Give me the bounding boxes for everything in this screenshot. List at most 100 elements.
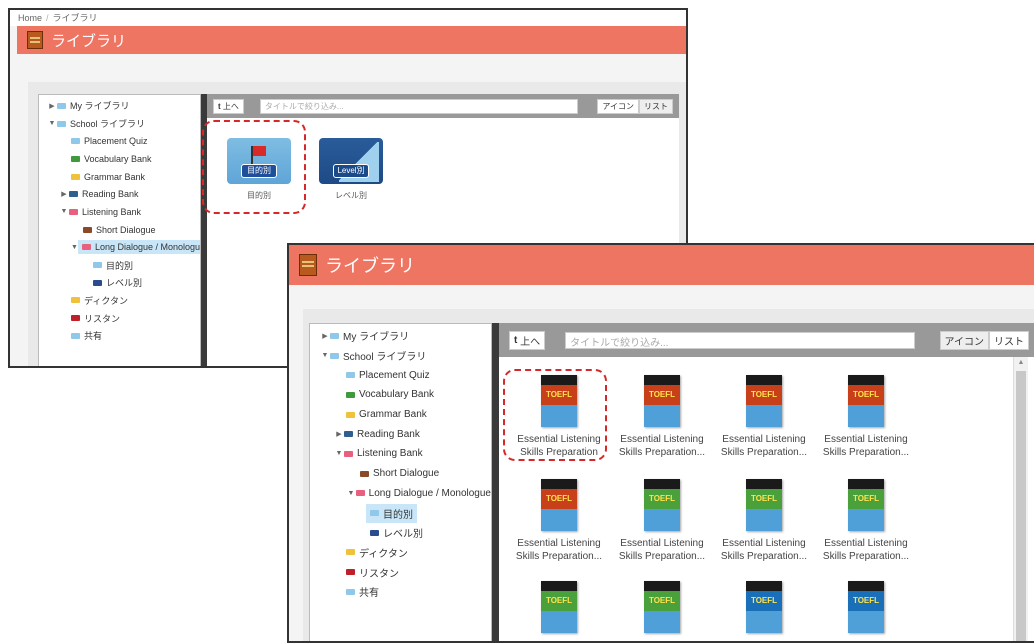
tree-item-listan[interactable]: リスタン: [320, 562, 491, 582]
expanded-arrow-icon[interactable]: ▼: [334, 450, 344, 457]
folder-icon: [346, 372, 355, 379]
book-cover: [848, 581, 884, 633]
tree-item-grammar-bank[interactable]: Grammar Bank: [320, 405, 491, 425]
tree-label: Vocabulary Bank: [359, 389, 435, 401]
tree-item-listening-bank[interactable]: ▼ Listening Bank: [47, 203, 200, 221]
folder-icon: [81, 244, 91, 251]
tree-item-reading-bank[interactable]: ▶ Reading Bank: [320, 424, 491, 444]
icon-view-button[interactable]: アイコン: [939, 330, 989, 350]
tree-label: Placement Quiz: [359, 369, 430, 381]
tree-splitter[interactable]: [492, 323, 499, 641]
up-label: 上へ: [222, 101, 239, 111]
content-scrollbar[interactable]: ▲: [1013, 357, 1028, 641]
folder-level[interactable]: Level別 レベル別: [319, 138, 383, 201]
tree-item-short-dialogue[interactable]: Short Dialogue: [320, 464, 491, 484]
tree-item-my-library[interactable]: ▶ My ライブラリ: [320, 326, 491, 346]
book-cover: [644, 375, 680, 427]
tree-label: Reading Bank: [82, 189, 139, 200]
folder-icon: [71, 155, 80, 162]
folder-icon: [370, 510, 379, 517]
tree-item-listan[interactable]: リスタン: [47, 309, 200, 327]
book-item[interactable]: Essential ListeningSkills Preparation...: [509, 479, 609, 563]
tree-item-dictation[interactable]: ディクタン: [320, 543, 491, 563]
expanded-arrow-icon[interactable]: ▼: [47, 120, 57, 127]
tree-selected-item[interactable]: Long Dialogue / Monologue: [77, 240, 200, 255]
tree-item-grammar-bank[interactable]: Grammar Bank: [47, 168, 200, 186]
folder-icon: [71, 332, 80, 339]
library-icon: [27, 31, 43, 49]
tree-label: Grammar Bank: [359, 409, 427, 421]
highlight-annotation: [503, 369, 607, 461]
collapsed-arrow-icon[interactable]: ▶: [320, 332, 330, 340]
tree-item-long-dialogue[interactable]: ▼ Long Dialogue / Monologue: [47, 239, 200, 257]
tree-item-dictation[interactable]: ディクタン: [47, 292, 200, 310]
page-title: ライブラリ: [325, 256, 415, 276]
list-view-button[interactable]: リスト: [639, 98, 673, 114]
book-item[interactable]: [612, 581, 712, 633]
search-input[interactable]: タイトルで絞り込み...: [259, 98, 578, 114]
up-arrow-icon: t: [218, 101, 221, 111]
tree-item-shared[interactable]: 共有: [47, 327, 200, 345]
tree-item-level[interactable]: レベル別: [47, 274, 200, 292]
search-input[interactable]: タイトルで絞り込み...: [565, 331, 916, 349]
folder-icon: [93, 262, 102, 269]
folder-icon: [57, 102, 66, 109]
collapsed-arrow-icon[interactable]: ▶: [334, 430, 344, 438]
expanded-arrow-icon[interactable]: ▼: [59, 208, 69, 215]
tree-item-purpose[interactable]: 目的別: [320, 503, 491, 523]
tree-selected-item[interactable]: 目的別: [366, 503, 417, 523]
tree-label: リスタン: [84, 313, 121, 324]
folder-icon: [346, 569, 355, 576]
expanded-arrow-icon[interactable]: ▼: [320, 352, 330, 359]
up-label: 上へ: [520, 336, 541, 348]
tree-item-shared[interactable]: 共有: [320, 582, 491, 602]
tree-item-listening-bank[interactable]: ▼ Listening Bank: [320, 444, 491, 464]
up-button[interactable]: t 上へ: [213, 98, 244, 114]
up-arrow-icon: t: [514, 334, 518, 346]
collapsed-arrow-icon[interactable]: ▶: [59, 190, 69, 198]
book-item[interactable]: Essential ListeningSkills Preparation...: [714, 375, 814, 459]
scroll-up-arrow-icon[interactable]: ▲: [1014, 357, 1028, 369]
tree-item-long-dialogue[interactable]: ▼ Long Dialogue / Monologue: [320, 484, 491, 504]
book-item[interactable]: [816, 581, 916, 633]
folder-icon: [71, 138, 80, 145]
tree-label: My ライブラリ: [343, 332, 410, 344]
up-button[interactable]: t 上へ: [509, 330, 546, 350]
library-window-books: ライブラリ ▶ My ライブラリ ▼ School ライブラリ Placement …: [287, 243, 1034, 643]
book-item[interactable]: Essential ListeningSkills Preparation...: [816, 375, 916, 459]
tree-item-school-library[interactable]: ▼ School ライブラリ: [320, 346, 491, 366]
book-item[interactable]: Essential ListeningSkills Preparation...: [612, 479, 712, 563]
view-toggle: アイコン リスト: [597, 98, 673, 114]
book-cover: [541, 581, 577, 633]
expanded-arrow-icon[interactable]: ▼: [346, 490, 356, 497]
breadcrumb-separator: /: [46, 13, 49, 23]
book-item[interactable]: [509, 581, 609, 633]
book-title: Essential Listening Skills Preparation...: [515, 538, 603, 562]
icon-view-button[interactable]: アイコン: [597, 98, 639, 114]
tree-item-purpose[interactable]: 目的別: [47, 256, 200, 274]
expanded-arrow-icon[interactable]: ▼: [71, 244, 78, 251]
tree-item-level[interactable]: レベル別: [320, 523, 491, 543]
tree-item-short-dialogue[interactable]: Short Dialogue: [47, 221, 200, 239]
tree-item-school-library[interactable]: ▼ School ライブラリ: [47, 115, 200, 133]
breadcrumb-home[interactable]: Home: [18, 13, 42, 23]
book-item[interactable]: Essential ListeningSkills Preparation...: [612, 375, 712, 459]
folder-icon: [71, 297, 80, 304]
book-cover: [541, 479, 577, 531]
tree-label: School ライブラリ: [343, 352, 427, 364]
tree-item-vocabulary-bank[interactable]: Vocabulary Bank: [47, 150, 200, 168]
book-item[interactable]: Essential ListeningSkills Preparation...: [816, 479, 916, 563]
collapsed-arrow-icon[interactable]: ▶: [47, 102, 57, 110]
folder-icon: [346, 549, 355, 556]
scrollbar-thumb[interactable]: [1016, 371, 1026, 641]
list-view-button[interactable]: リスト: [989, 330, 1029, 350]
tree-item-my-library[interactable]: ▶ My ライブラリ: [47, 97, 200, 115]
book-item[interactable]: [714, 581, 814, 633]
folder-icon: [330, 352, 339, 359]
tree-label: リスタン: [359, 568, 399, 580]
book-item[interactable]: Essential ListeningSkills Preparation...: [714, 479, 814, 563]
tree-item-reading-bank[interactable]: ▶ Reading Bank: [47, 185, 200, 203]
tree-item-placement-quiz[interactable]: Placement Quiz: [320, 365, 491, 385]
tree-item-placement-quiz[interactable]: Placement Quiz: [47, 132, 200, 150]
tree-item-vocabulary-bank[interactable]: Vocabulary Bank: [320, 385, 491, 405]
